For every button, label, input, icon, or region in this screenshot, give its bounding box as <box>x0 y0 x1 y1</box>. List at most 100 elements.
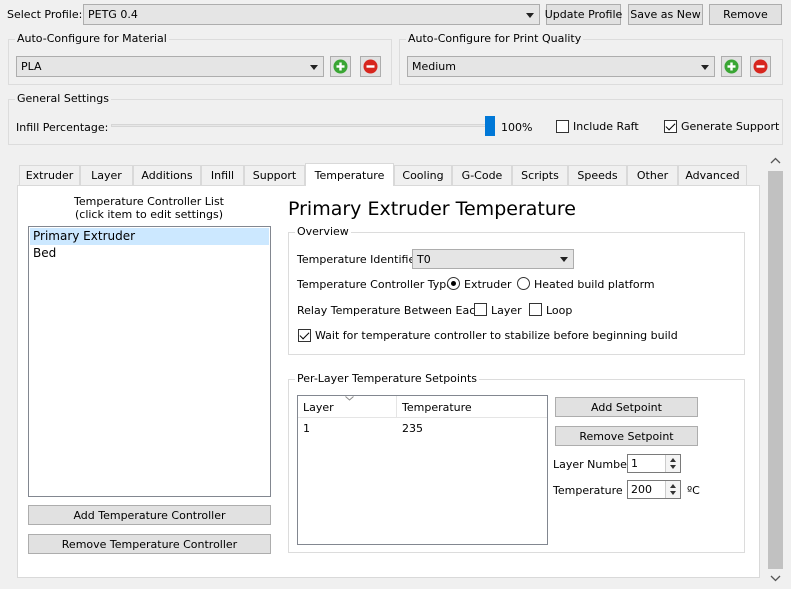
remove-material-button[interactable] <box>360 56 381 77</box>
plus-icon <box>724 59 739 74</box>
remove-quality-button[interactable] <box>750 56 771 77</box>
setpoints-title: Per-Layer Temperature Setpoints <box>295 372 479 386</box>
temperature-identifier-label: Temperature Identifier <box>297 253 420 266</box>
infill-slider-track <box>111 124 495 127</box>
chevron-down-icon <box>560 257 568 262</box>
save-as-new-button[interactable]: Save as New <box>628 4 703 25</box>
list-item[interactable]: Primary Extruder <box>30 228 269 245</box>
minus-icon <box>363 59 378 74</box>
list-item[interactable]: Bed <box>30 245 269 262</box>
relay-layer-label: Layer <box>491 304 522 317</box>
tab-extruder[interactable]: Extruder <box>19 165 80 185</box>
tab-advanced[interactable]: Advanced <box>678 165 747 185</box>
generate-support-label: Generate Support <box>681 120 780 133</box>
chevron-down-icon <box>670 465 676 469</box>
controller-list[interactable]: Primary Extruder Bed <box>28 226 271 497</box>
chevron-down-icon <box>701 64 709 70</box>
quality-selected: Medium <box>412 60 456 73</box>
add-temperature-controller-button[interactable]: Add Temperature Controller <box>28 505 271 525</box>
material-group-title: Auto-Configure for Material <box>15 32 169 46</box>
generate-support-checkbox[interactable] <box>664 120 677 133</box>
temperature-value: 200 <box>631 483 652 496</box>
tab-other[interactable]: Other <box>627 165 678 185</box>
include-raft-checkbox[interactable] <box>556 120 569 133</box>
tab-g-code[interactable]: G-Code <box>452 165 512 185</box>
tab-speeds[interactable]: Speeds <box>568 165 627 185</box>
temperature-unit: ºC <box>687 484 700 497</box>
tab-additions[interactable]: Additions <box>133 165 201 185</box>
infill-value: 100% <box>501 121 533 134</box>
column-header-temperature[interactable]: Temperature <box>402 401 472 415</box>
minus-icon <box>753 59 768 74</box>
remove-temperature-controller-button[interactable]: Remove Temperature Controller <box>28 534 271 554</box>
chevron-down-icon <box>526 12 534 18</box>
add-setpoint-button[interactable]: Add Setpoint <box>555 397 698 417</box>
profile-dropdown[interactable]: PETG 0.4 <box>83 4 540 25</box>
include-raft-label: Include Raft <box>573 120 639 133</box>
add-quality-button[interactable] <box>721 56 742 77</box>
temperature-identifier-dropdown[interactable]: T0 <box>412 249 574 269</box>
controller-list-header: Temperature Controller List <box>73 195 224 208</box>
material-selected: PLA <box>21 60 42 73</box>
column-divider <box>396 396 397 418</box>
remove-setpoint-button[interactable]: Remove Setpoint <box>555 426 698 446</box>
relay-label: Relay Temperature Between Each: <box>297 304 486 317</box>
chevron-down-icon <box>670 491 676 495</box>
controller-type-label: Temperature Controller Type: <box>297 278 457 291</box>
add-material-button[interactable] <box>330 56 351 77</box>
update-profile-button[interactable]: Update Profile <box>545 4 622 25</box>
relay-loop-checkbox[interactable] <box>529 303 542 316</box>
table-row[interactable]: 1 235 <box>298 420 547 438</box>
detail-title: Primary Extruder Temperature <box>288 198 576 220</box>
controller-list-subheader: (click item to edit settings) <box>74 208 224 221</box>
column-header-layer[interactable]: Layer <box>303 401 334 415</box>
scroll-down-icon[interactable] <box>767 571 784 585</box>
tab-layer[interactable]: Layer <box>80 165 133 185</box>
overview-title: Overview <box>295 225 351 239</box>
sort-indicator-icon <box>345 396 354 401</box>
layer-number-value: 1 <box>631 457 638 470</box>
remove-profile-button[interactable]: Remove <box>709 4 782 25</box>
scrollbar-thumb[interactable] <box>768 171 783 569</box>
temperature-stepper[interactable]: 200 <box>627 480 681 499</box>
tab-support[interactable]: Support <box>244 165 305 185</box>
setpoints-table[interactable]: Layer Temperature 1 235 <box>297 395 548 545</box>
tab-scripts[interactable]: Scripts <box>512 165 568 185</box>
chevron-up-icon <box>670 484 676 488</box>
infill-slider-thumb[interactable] <box>485 116 495 136</box>
quality-group-title: Auto-Configure for Print Quality <box>406 32 584 46</box>
stepper-arrows[interactable] <box>665 481 680 498</box>
cell-layer: 1 <box>303 422 310 435</box>
layer-number-label: Layer Number <box>553 458 632 471</box>
type-extruder-label: Extruder <box>464 278 512 291</box>
type-extruder-radio[interactable] <box>447 277 460 290</box>
general-settings-title: General Settings <box>15 92 111 106</box>
wait-stabilize-checkbox[interactable] <box>298 329 311 342</box>
quality-dropdown[interactable]: Medium <box>407 56 715 77</box>
temperature-identifier-value: T0 <box>417 252 431 266</box>
relay-loop-label: Loop <box>546 304 573 317</box>
chevron-up-icon <box>670 458 676 462</box>
select-profile-label: Select Profile: <box>7 8 83 21</box>
chevron-down-icon <box>310 64 318 70</box>
temperature-label: Temperature <box>553 484 623 497</box>
scroll-up-icon[interactable] <box>767 154 784 168</box>
infill-percentage-label: Infill Percentage: <box>16 121 109 134</box>
relay-layer-checkbox[interactable] <box>474 303 487 316</box>
profile-selected: PETG 0.4 <box>88 8 138 21</box>
tab-panel: Temperature Controller List (click item … <box>17 185 760 578</box>
tab-temperature[interactable]: Temperature <box>305 163 394 186</box>
table-header: Layer Temperature <box>298 396 547 418</box>
material-dropdown[interactable]: PLA <box>16 56 324 77</box>
tab-cooling[interactable]: Cooling <box>394 165 452 185</box>
stepper-arrows[interactable] <box>665 455 680 472</box>
infill-slider[interactable] <box>111 116 495 136</box>
tab-infill[interactable]: Infill <box>201 165 244 185</box>
type-heated-platform-label: Heated build platform <box>534 278 655 291</box>
plus-icon <box>333 59 348 74</box>
vertical-scrollbar[interactable] <box>767 154 784 586</box>
cell-temperature: 235 <box>402 422 423 435</box>
layer-number-stepper[interactable]: 1 <box>627 454 681 473</box>
type-heated-platform-radio[interactable] <box>517 277 530 290</box>
wait-stabilize-label: Wait for temperature controller to stabi… <box>315 329 678 342</box>
